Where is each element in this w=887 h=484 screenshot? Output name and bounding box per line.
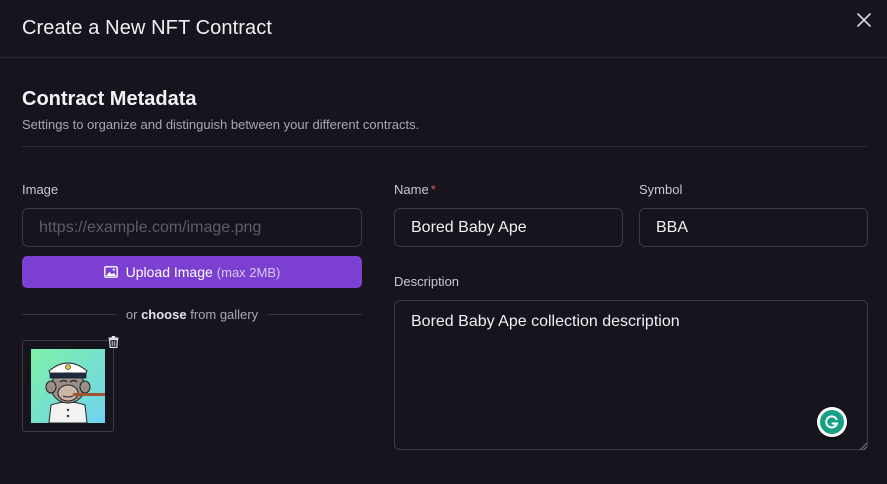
grammarly-button[interactable] [817, 407, 847, 437]
image-url-input[interactable]: https://example.com/image.png [22, 208, 362, 247]
gallery-divider-line-left [22, 313, 116, 315]
image-label: Image [22, 182, 59, 197]
upload-image-label: Upload Image [125, 264, 213, 280]
required-indicator: * [430, 182, 436, 197]
gallery-prefix: or [125, 306, 138, 322]
upload-size-hint: (max 2MB) [216, 264, 281, 280]
create-nft-contract-modal: Create a New NFT Contract Contract Metad… [0, 0, 887, 484]
name-input[interactable]: Bored Baby Ape [394, 208, 623, 247]
gallery-divider-line-right [268, 313, 362, 315]
contract-metadata-section: Contract Metadata Settings to organize a… [0, 88, 887, 147]
section-subtitle: Settings to organize and distinguish bet… [22, 117, 420, 132]
section-title: Contract Metadata [22, 88, 197, 110]
gallery-thumbnail[interactable] [22, 340, 114, 432]
description-textarea[interactable]: Bored Baby Ape collection description [394, 300, 868, 450]
name-label-text: Name [394, 182, 429, 197]
trash-icon [108, 336, 119, 349]
close-icon [857, 13, 871, 27]
gallery-ape-image [31, 349, 105, 423]
gallery-choose-text: or choose from gallery [116, 307, 268, 322]
name-label: Name * [394, 182, 436, 197]
modal-title: Create a New NFT Contract [22, 17, 272, 39]
modal-header: Create a New NFT Contract [0, 0, 887, 58]
description-label: Description [394, 274, 460, 289]
close-button[interactable] [855, 11, 873, 29]
section-divider [22, 146, 867, 147]
delete-gallery-image-button[interactable] [108, 335, 119, 349]
grammarly-icon [820, 410, 844, 434]
gallery-suffix: from gallery [190, 306, 259, 322]
upload-image-button[interactable]: Upload Image (max 2MB) [22, 256, 362, 288]
image-icon [103, 266, 118, 278]
gallery-choose-link[interactable]: choose [141, 307, 187, 322]
resize-handle-icon [859, 442, 868, 451]
gallery-divider: or choose from gallery [22, 306, 362, 322]
textarea-resize-handle[interactable] [859, 438, 868, 451]
symbol-label: Symbol [639, 182, 683, 197]
symbol-input[interactable]: BBA [639, 208, 868, 247]
